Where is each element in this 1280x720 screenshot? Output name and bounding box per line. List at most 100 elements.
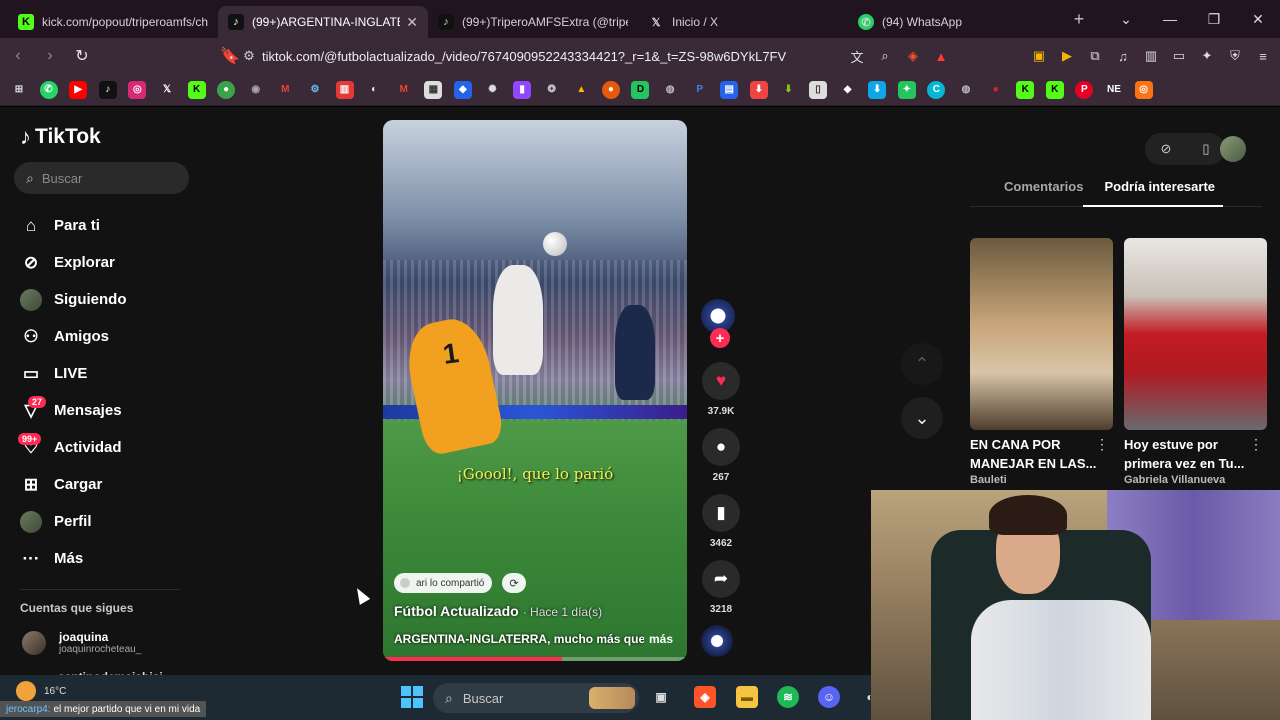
steam-bookmark-icon[interactable]: ⚙ <box>306 81 324 99</box>
dropbox-bookmark-icon[interactable]: ◆ <box>453 80 472 99</box>
kick3-bookmark-icon[interactable]: K <box>1045 80 1064 99</box>
doc-bookmark-icon[interactable]: ▤ <box>720 80 739 99</box>
close-tab-icon[interactable]: ✕ <box>406 14 418 31</box>
chatgpt-bookmark-icon[interactable]: ❂ <box>543 81 561 99</box>
sidebar-item-perfil[interactable]: Perfil <box>20 503 200 540</box>
video-player[interactable]: 1 ¡Goool!, que lo parió ari lo compartió… <box>383 120 687 661</box>
video-author[interactable]: Fútbol Actualizado · Hace 1 día(s) <box>394 603 602 619</box>
shared-by-pill[interactable]: ari lo compartió <box>394 573 493 593</box>
chart-bookmark-icon[interactable]: ▥ <box>335 80 354 99</box>
paypal-bookmark-icon[interactable]: P <box>691 81 709 99</box>
download-bookmark-icon[interactable]: ⬇ <box>749 80 768 99</box>
more-options-icon[interactable]: ⋮ <box>1095 436 1109 453</box>
device-icon[interactable]: ▯ <box>1202 141 1209 157</box>
instagram-bookmark-icon[interactable]: ◎ <box>128 80 147 99</box>
red-bookmark-icon[interactable]: ● <box>987 81 1005 99</box>
taskbar-search[interactable]: ⌕ Buscar <box>433 683 639 713</box>
sidebar-item-live[interactable]: ▭ LIVE <box>20 355 200 392</box>
vpn-icon[interactable]: ⛨ <box>1226 47 1244 65</box>
music-icon[interactable]: ♫ <box>1114 47 1132 65</box>
photo-bookmark-icon[interactable]: ▦ <box>424 80 443 99</box>
dollar-bookmark-icon[interactable]: D <box>631 80 650 99</box>
translate-icon[interactable]: 文 <box>848 47 866 65</box>
mail-bookmark-icon[interactable]: M <box>395 81 413 99</box>
green-bookmark-icon[interactable]: ✦ <box>897 80 916 99</box>
file-explorer-icon[interactable]: ▬ <box>736 686 758 708</box>
more-link[interactable]: más <box>649 632 673 646</box>
brave-rewards-icon[interactable]: ▲ <box>932 47 950 65</box>
previous-video-button[interactable]: ⌃ <box>901 343 943 385</box>
forward-icon[interactable]: › <box>36 47 64 65</box>
site-settings-icon[interactable]: ⚙ <box>236 48 262 64</box>
close-window-icon[interactable]: ✕ <box>1236 11 1280 28</box>
tab-kick[interactable]: K kick.com/popout/triperoamfs/ch <box>8 6 218 38</box>
user-avatar[interactable] <box>1220 136 1246 162</box>
sidebar-item-actividad[interactable]: ♡ 99+ Actividad <box>18 429 200 466</box>
compass-toggle-icon[interactable]: ⊘ <box>1160 141 1171 157</box>
follow-plus-button[interactable]: + <box>710 328 730 348</box>
sidebar-icon[interactable]: ▥ <box>1142 47 1160 65</box>
sidebar-item-cargar[interactable]: ⊞ Cargar <box>20 466 200 503</box>
windows-start-icon[interactable] <box>401 686 423 708</box>
recommended-video-2[interactable]: Hoy estuve por primera vez en Tu... Gabr… <box>1124 238 1267 486</box>
globe2-bookmark-icon[interactable]: ◍ <box>661 81 679 99</box>
extensions-icon[interactable]: ⧉ <box>1086 47 1104 65</box>
video-progress[interactable] <box>383 657 687 661</box>
brave-shield-icon[interactable]: ◈ <box>904 47 922 65</box>
youtube-bookmark-icon[interactable]: ▶ <box>69 80 88 99</box>
sidebar-item-mas[interactable]: ··· Más <box>20 540 200 577</box>
github-bookmark-icon[interactable]: ◐ <box>365 81 383 99</box>
following-account[interactable]: joaquina joaquinrocheteau_ <box>22 630 141 655</box>
minimize-icon[interactable]: — <box>1148 11 1192 27</box>
kick-bookmark-icon[interactable]: K <box>187 80 206 99</box>
sidebar-item-mensajes[interactable]: ▽ 27 Mensajes <box>20 392 200 429</box>
tab-list-chevron-icon[interactable]: ⌄ <box>1104 11 1148 28</box>
tiktok-logo[interactable]: ♪ TikTok <box>20 124 101 150</box>
tab-comentarios[interactable]: Comentarios <box>970 179 1083 207</box>
play-icon[interactable]: ▶ <box>1058 47 1076 65</box>
zoom-icon[interactable]: ⌕ <box>876 47 894 65</box>
kick2-bookmark-icon[interactable]: K <box>1016 80 1035 99</box>
share-button[interactable]: ➦ 3218 <box>701 560 741 615</box>
tab-tiktok-tripero[interactable]: ♪ (99+)TriperoAMFSExtra (@triper <box>428 6 638 38</box>
wallet-icon[interactable]: ▣ <box>1030 47 1048 65</box>
like-button[interactable]: ♥ 37.9K <box>701 362 741 417</box>
comment-button[interactable]: ● 267 <box>701 428 741 483</box>
next-video-button[interactable]: ⌄ <box>901 397 943 439</box>
sidebar-item-amigos[interactable]: ⚇ Amigos <box>20 318 200 355</box>
save-bookmark-icon[interactable]: ⬇ <box>868 80 887 99</box>
canva-bookmark-icon[interactable]: C <box>927 80 946 99</box>
x-bookmark-icon[interactable]: 𝕏 <box>158 81 176 99</box>
music-disc-avatar[interactable] <box>701 625 733 657</box>
drive-bookmark-icon[interactable]: ▲ <box>572 81 590 99</box>
discord-icon[interactable]: ☺ <box>818 686 840 708</box>
gmail-bookmark-icon[interactable]: M <box>276 81 294 99</box>
world-bookmark-icon[interactable]: ◍ <box>957 81 975 99</box>
tab-podria-interesarte[interactable]: Podría interesarte <box>1083 179 1224 207</box>
tab-x[interactable]: 𝕏 Inicio / X <box>638 6 848 38</box>
new-tab-button[interactable]: + <box>1066 9 1092 30</box>
circle-bookmark-icon[interactable]: ◉ <box>247 81 265 99</box>
more-options-icon[interactable]: ⋮ <box>1249 436 1263 453</box>
tab-whatsapp[interactable]: ✆ (94) WhatsApp <box>848 6 1058 38</box>
pinterest-bookmark-icon[interactable]: P <box>1075 80 1094 99</box>
tab-tiktok-argentina[interactable]: ♪ (99+)ARGENTINA-INGLATER ✕ <box>218 6 428 38</box>
spotify-icon[interactable]: ≋ <box>777 686 799 708</box>
weather-widget[interactable]: 16°C <box>16 681 66 701</box>
search-input[interactable]: ⌕ Buscar <box>14 162 189 194</box>
app-icon[interactable]: ◐ <box>859 686 881 708</box>
sidebar-item-explorar[interactable]: ⊘ Explorar <box>20 244 200 281</box>
ubisoft-bookmark-icon[interactable]: ● <box>601 80 620 99</box>
sidebar-item-siguiendo[interactable]: Siguiendo <box>20 281 200 318</box>
brave-taskbar-icon[interactable]: ◈ <box>694 686 716 708</box>
task-view-icon[interactable]: ▣ <box>650 686 672 708</box>
apps-grid-icon[interactable]: ⊞ <box>10 81 28 99</box>
recommended-video-1[interactable]: EN CANA POR MANEJAR EN LAS... Bauleti ⋮ <box>970 238 1113 486</box>
whatsapp-bookmark-icon[interactable]: ✆ <box>39 80 58 99</box>
globe-bookmark-icon[interactable]: ● <box>217 80 236 99</box>
tiktok-bookmark-icon[interactable]: ♪ <box>98 80 117 99</box>
orange-bookmark-icon[interactable]: ◎ <box>1134 80 1153 99</box>
netflix-bookmark-icon[interactable]: NE <box>1105 81 1123 99</box>
back-icon[interactable]: ‹ <box>4 47 32 65</box>
menu-icon[interactable]: ≡ <box>1254 47 1272 65</box>
